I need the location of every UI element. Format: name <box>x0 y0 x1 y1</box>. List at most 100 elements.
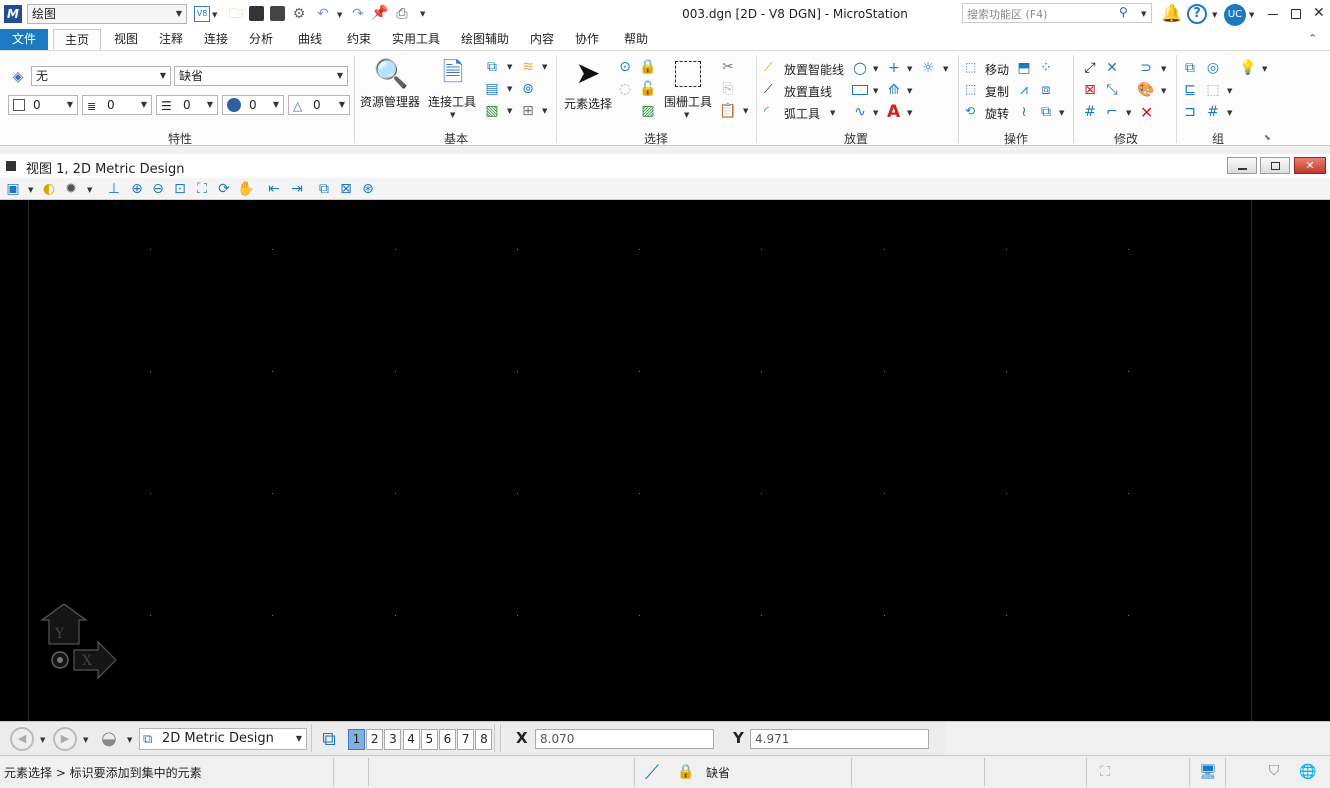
text-icon[interactable]: A <box>887 102 900 122</box>
chevron-down-icon[interactable]: ▼ <box>907 109 912 117</box>
tab-file[interactable]: 文件 <box>0 29 48 50</box>
group-icon[interactable]: ⧉ <box>1182 60 1198 76</box>
place-line-button[interactable]: ⟋ 放置直线 <box>764 82 848 100</box>
open-folder-icon[interactable]: 🗀 <box>227 6 245 22</box>
scale-icon[interactable]: ⬒ <box>1016 60 1032 76</box>
fit-view-icon[interactable]: ⛶ <box>194 181 210 197</box>
window-area-icon[interactable]: ⊡ <box>172 181 188 197</box>
circle-icon[interactable]: ○ <box>852 60 868 76</box>
view-close-button[interactable]: ✕ <box>1294 157 1326 174</box>
tab-3[interactable]: 注释 <box>151 29 191 50</box>
chevron-down-icon[interactable]: ▼ <box>1262 65 1267 73</box>
print-icon[interactable]: ⎙ <box>394 6 410 22</box>
view-number-button[interactable]: 1 <box>348 729 365 750</box>
select-all-icon[interactable]: ⊙ <box>617 59 633 75</box>
view-number-button[interactable]: 2 <box>366 729 384 750</box>
forward-circle-icon[interactable]: ▶ <box>53 727 77 751</box>
x-coordinate-field[interactable]: 8.070 <box>535 729 714 749</box>
display-style-icon[interactable]: ◐ <box>41 181 57 197</box>
priority-combo[interactable]: △ 0 ▼ <box>288 95 350 115</box>
model-disc-icon[interactable]: ◒ <box>96 730 122 748</box>
attach-tools-button[interactable]: 🗎 连接工具 ▼ <box>428 55 480 121</box>
bspline-icon[interactable]: ∿ <box>852 104 868 120</box>
extend-icon[interactable]: ⤡ <box>1104 82 1120 98</box>
rotate-button[interactable]: ⟲ 旋转 <box>965 104 1015 122</box>
tab-6[interactable]: 曲线 <box>286 29 334 50</box>
view-number-button[interactable]: 6 <box>439 729 456 750</box>
chevron-down-icon[interactable]: ▼ <box>1126 109 1131 117</box>
copy-view-icon[interactable]: ⧉ <box>316 181 332 197</box>
selection-group-icon[interactable]: ▨ <box>640 103 656 119</box>
search-icon[interactable]: ⚲ <box>1119 5 1128 19</box>
fillet-icon[interactable]: ⊃ <box>1138 60 1154 76</box>
design-file-status-icon[interactable]: 🖥 <box>1199 763 1217 781</box>
collapse-ribbon-icon[interactable]: ⌃ <box>1308 32 1317 45</box>
chevron-down-icon[interactable]: ▼ <box>542 107 547 115</box>
chevron-down-icon[interactable]: ▼ <box>1249 11 1254 19</box>
rotate-view-icon[interactable]: ⟳ <box>216 181 232 197</box>
chevron-down-icon[interactable]: ▼ <box>1212 11 1217 19</box>
chevron-down-icon[interactable]: ▼ <box>873 109 878 117</box>
line-style-combo[interactable]: ≣ 0 ▼ <box>82 95 152 115</box>
chevron-down-icon[interactable]: ▼ <box>943 65 948 73</box>
chevron-down-icon[interactable]: ▼ <box>542 63 547 71</box>
chevron-down-icon[interactable]: ▼ <box>1141 10 1146 18</box>
view-menu-icon[interactable] <box>6 161 16 171</box>
place-smartline-button[interactable]: ⟋ 放置智能线 <box>764 60 848 78</box>
view-number-button[interactable]: 8 <box>475 729 493 750</box>
mirror-icon[interactable]: ⩘ <box>1016 82 1032 98</box>
trim-icon[interactable]: ✕ <box>1104 60 1120 76</box>
tab-1[interactable]: 主页 <box>53 29 101 50</box>
view-next-icon[interactable]: ⇥ <box>288 181 306 197</box>
paste-icon[interactable]: 📋 <box>719 103 736 119</box>
tab-4[interactable]: 连接 <box>196 29 236 50</box>
customize-arrow-icon[interactable]: ▼ <box>420 10 425 18</box>
tab-5[interactable]: 分析 <box>241 29 281 50</box>
active-model-combo[interactable]: ⧉ 2D Metric Design ▼ <box>139 728 307 750</box>
undo-icon[interactable]: ↶ <box>315 6 331 22</box>
chevron-down-icon[interactable]: ▼ <box>127 736 132 744</box>
deselect-icon[interactable]: ◌ <box>617 81 633 97</box>
target-icon[interactable]: ◎ <box>1205 60 1221 76</box>
view-number-button[interactable]: 5 <box>420 729 438 750</box>
view-number-button[interactable]: 3 <box>384 729 402 750</box>
line-weight-combo[interactable]: ☰ 0 ▼ <box>156 95 218 115</box>
chevron-down-icon[interactable]: ▼ <box>507 63 512 71</box>
move-button[interactable]: ⬚ 移动 <box>965 60 1015 78</box>
chevron-down-icon[interactable]: ▼ <box>1059 109 1064 117</box>
user-avatar[interactable]: UC <box>1224 4 1246 26</box>
arc-tools-button[interactable]: ◜ 弧工具 ▼ <box>764 104 848 122</box>
notification-bell-icon[interactable]: 🔔 <box>1161 4 1182 24</box>
chevron-down-icon[interactable]: ▼ <box>337 11 342 19</box>
chevron-down-icon[interactable]: ▼ <box>1227 87 1232 95</box>
tab-9[interactable]: 绘图辅助 <box>453 29 517 50</box>
group-holes-icon[interactable]: ⬚ <box>1205 82 1221 98</box>
chevron-down-icon[interactable]: ▼ <box>907 65 912 73</box>
save-status-icon[interactable]: ⛉ <box>1266 763 1282 779</box>
lightbulb-icon[interactable]: 💡 <box>1239 60 1256 76</box>
clip-mask-icon[interactable]: ⊛ <box>360 181 376 197</box>
compress-icon[interactable]: ⚙ <box>291 6 307 22</box>
fence-tool-button[interactable]: 围栅工具 ▼ <box>662 55 716 121</box>
network-status-icon[interactable]: 🌐 <box>1299 763 1317 781</box>
tab-7[interactable]: 约束 <box>339 29 379 50</box>
modify-icon[interactable]: ⤢ <box>1082 60 1098 76</box>
cut-icon[interactable]: ✂ <box>720 59 736 75</box>
redo-icon[interactable]: ↷ <box>350 6 366 22</box>
maximize-button[interactable] <box>1291 9 1301 19</box>
back-circle-icon[interactable]: ◀ <box>10 727 34 751</box>
chevron-down-icon[interactable]: ▼ <box>873 87 878 95</box>
chevron-down-icon[interactable]: ▼ <box>507 107 512 115</box>
clip-volume-icon[interactable]: ⊠ <box>338 181 354 197</box>
minimize-button[interactable] <box>1268 14 1278 15</box>
view-previous-icon[interactable]: ⇤ <box>265 181 283 197</box>
chevron-down-icon[interactable]: ▼ <box>87 186 92 194</box>
chevron-down-icon[interactable]: ▼ <box>28 186 33 194</box>
unlock-selection-icon[interactable]: 🔓 <box>639 81 656 97</box>
save-settings-icon[interactable] <box>270 6 285 21</box>
pan-view-icon[interactable]: ✋ <box>237 181 254 197</box>
view-minimize-button[interactable] <box>1227 157 1257 174</box>
delete-partial-icon[interactable]: ⊠ <box>1082 82 1098 98</box>
tab-2[interactable]: 视图 <box>106 29 146 50</box>
view-number-button[interactable]: 4 <box>402 729 420 750</box>
